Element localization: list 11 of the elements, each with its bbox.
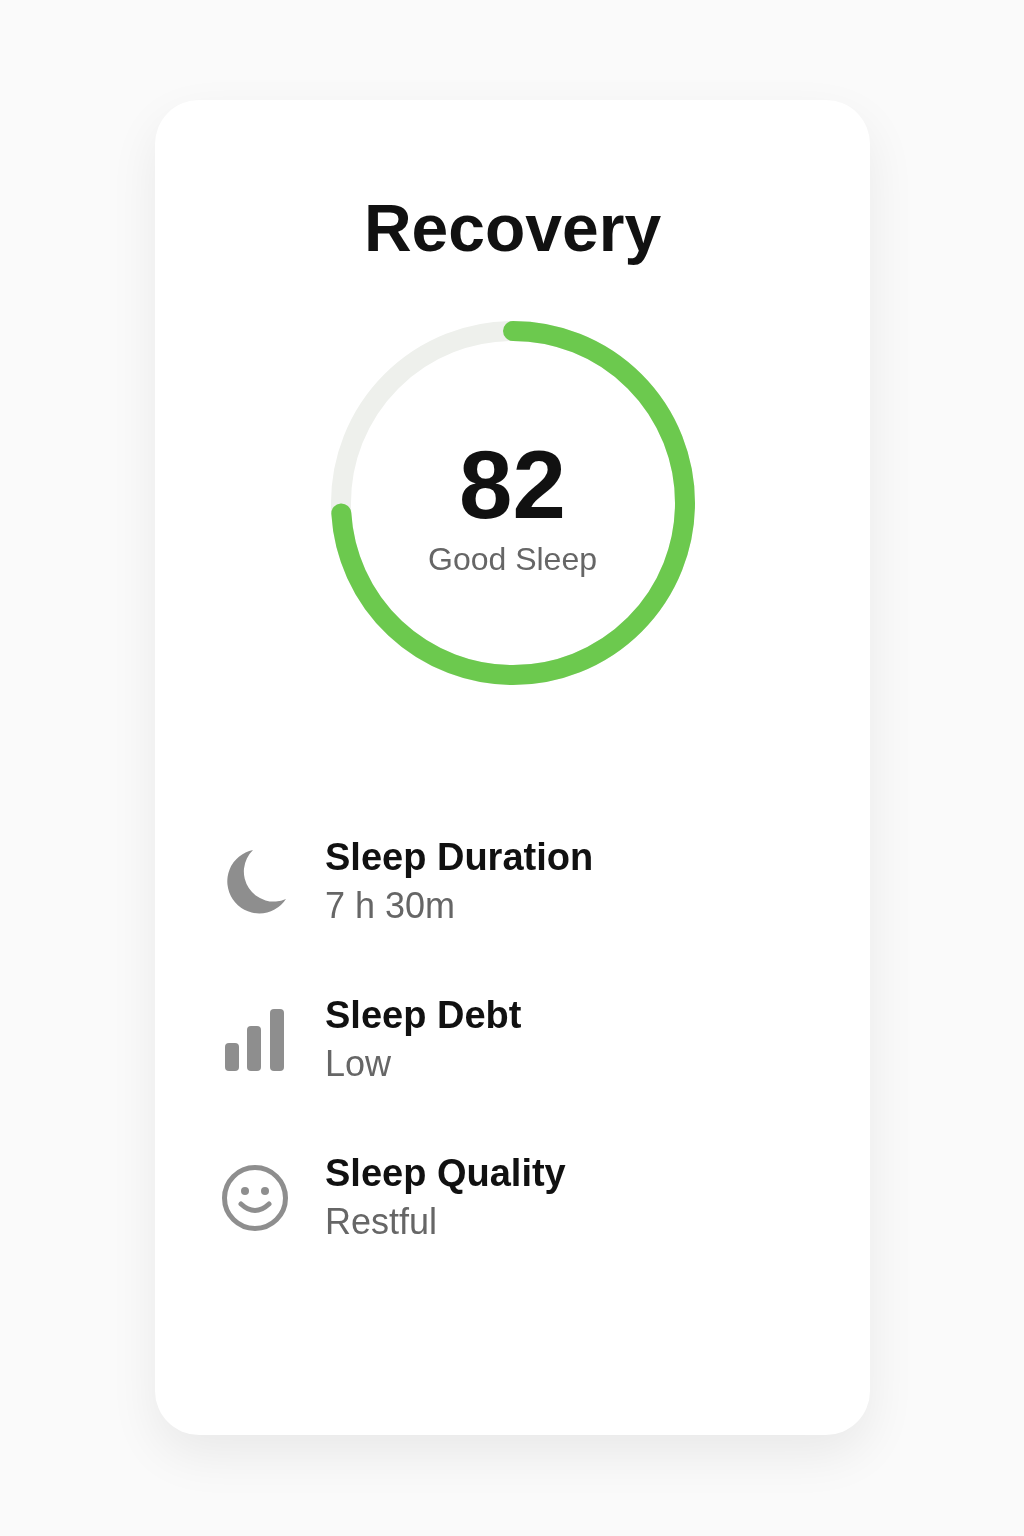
score-value: 82: [459, 434, 566, 535]
metric-value: 7 h 30m: [325, 884, 457, 928]
metric-value: Low: [325, 1042, 393, 1086]
score-label: Good Sleep: [428, 540, 597, 578]
card-title: Recovery: [363, 190, 662, 267]
metric-value: Restful: [325, 1200, 439, 1244]
smiley-icon: [222, 1165, 288, 1231]
metric-title: Sleep Duration: [325, 835, 594, 880]
bar-chart-icon: [225, 1009, 285, 1071]
metric-title: Sleep Quality: [325, 1151, 566, 1196]
metric-title: Sleep Debt: [325, 993, 522, 1038]
